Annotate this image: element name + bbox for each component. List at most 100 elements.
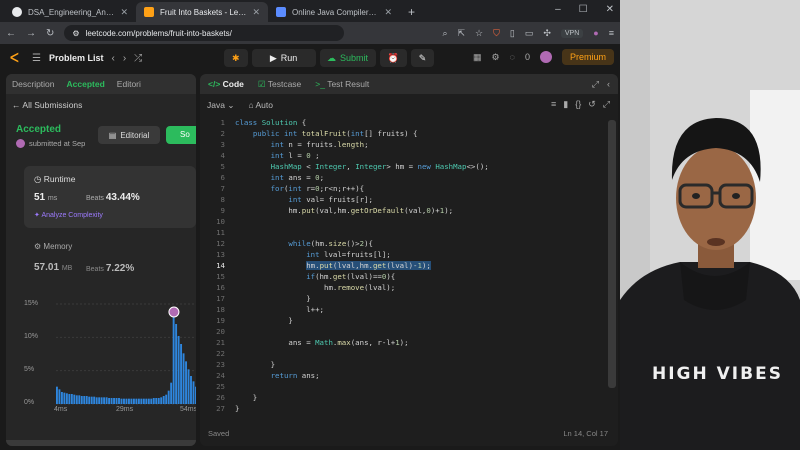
chart-bar[interactable] <box>162 396 165 404</box>
chart-bar[interactable] <box>175 324 178 404</box>
chart-bar[interactable] <box>115 398 118 404</box>
code-line[interactable]: 24 return ans; <box>200 371 608 382</box>
chart-bar[interactable] <box>83 396 86 404</box>
chart-bar[interactable] <box>95 397 98 404</box>
code-line[interactable]: 7 for(int r=0;r<n;r++){ <box>200 184 608 195</box>
submit-button[interactable]: ☁ Submit <box>319 49 376 67</box>
chart-bar[interactable] <box>147 398 150 404</box>
chart-bar[interactable] <box>123 398 125 404</box>
code-line[interactable]: 23 } <box>200 360 608 371</box>
language-select[interactable]: Java ⌄ <box>207 100 234 111</box>
close-tab-icon[interactable]: ✕ <box>384 7 392 18</box>
code-line[interactable]: 20 <box>200 327 608 338</box>
user-avatar[interactable] <box>539 51 552 63</box>
code-line[interactable]: 2 public int totalFruit(int[] fruits) { <box>200 129 608 140</box>
chart-bar[interactable] <box>128 398 130 404</box>
chart-bar[interactable] <box>167 390 170 404</box>
chart-bar[interactable] <box>180 344 183 404</box>
browser-tab-programiz[interactable]: Online Java Compiler - Programiz ✕ <box>268 2 400 22</box>
reset-icon[interactable]: ↺ <box>588 99 596 110</box>
tab-testcase[interactable]: ☑ Testcase <box>258 79 301 90</box>
chart-bar[interactable] <box>160 397 163 404</box>
all-submissions-link[interactable]: ← All Submissions <box>12 100 82 110</box>
menu-icon[interactable]: ≡ <box>609 28 614 38</box>
chart-bar[interactable] <box>70 394 73 404</box>
braces-icon[interactable]: {} <box>575 99 581 110</box>
code-line[interactable]: 8 int val= fruits[r]; <box>200 195 608 206</box>
chart-bar[interactable] <box>125 398 128 404</box>
expand-icon[interactable]: ⤢ <box>592 79 599 90</box>
chart-bar[interactable] <box>135 398 138 404</box>
back-icon[interactable]: ← <box>6 28 16 39</box>
chart-bar[interactable] <box>145 398 148 404</box>
vpn-button[interactable]: VPN <box>560 28 584 38</box>
chart-bar[interactable] <box>170 382 173 404</box>
forward-icon[interactable]: → <box>26 28 36 39</box>
memory-title[interactable]: ⚙ Memory <box>34 242 72 251</box>
chart-bar[interactable] <box>152 398 155 404</box>
code-line[interactable]: 13 int lval=fruits[l]; <box>200 250 608 261</box>
chart-bar[interactable] <box>190 376 192 404</box>
solution-button[interactable]: So <box>166 126 196 144</box>
chart-bar[interactable] <box>157 398 160 404</box>
chart-bar[interactable] <box>65 393 68 404</box>
code-line[interactable]: 26 } <box>200 393 608 404</box>
code-line[interactable]: 22 <box>200 349 608 360</box>
profile-icon[interactable]: ● <box>593 28 598 38</box>
extensions-icon[interactable]: ✣ <box>543 28 551 39</box>
chart-bar[interactable] <box>78 395 81 404</box>
bookmark-icon[interactable]: ▮ <box>563 99 568 110</box>
brave-shield-icon[interactable]: ⛉ <box>493 28 500 39</box>
chart-bar[interactable] <box>90 396 93 404</box>
minimize-icon[interactable]: – <box>555 4 561 15</box>
chart-bar[interactable] <box>172 316 175 404</box>
runtime-card[interactable]: ◷ Runtime 51 ms Beats 43.44% ✦ Analyze C… <box>24 166 196 228</box>
chart-bar[interactable] <box>85 396 88 404</box>
chart-bar[interactable] <box>98 397 101 404</box>
code-line[interactable]: 3 int n = fruits.length; <box>200 140 608 151</box>
chart-bar[interactable] <box>110 398 113 404</box>
chart-bar[interactable] <box>68 394 71 404</box>
notes-button[interactable]: ✎ <box>410 49 435 67</box>
vertical-scrollbar[interactable] <box>608 120 616 388</box>
chart-bar[interactable] <box>93 396 96 404</box>
sidebar-icon[interactable]: ▯ <box>510 28 515 39</box>
horizontal-scrollbar[interactable] <box>6 440 196 446</box>
leetcode-logo-icon[interactable]: ᐸ <box>10 51 24 65</box>
close-tab-icon[interactable]: ✕ <box>120 7 128 18</box>
timer-button[interactable]: ⏰ <box>379 49 407 67</box>
chart-bar[interactable] <box>100 397 103 404</box>
chart-bar[interactable] <box>103 397 106 404</box>
fullscreen-icon[interactable]: ⤢ <box>603 99 610 110</box>
site-info-icon[interactable]: ⚙ <box>72 29 79 38</box>
star-icon[interactable]: ☆ <box>475 28 483 39</box>
code-line[interactable]: 4 int l = 0 ; <box>200 151 608 162</box>
code-line[interactable]: 27} <box>200 404 608 415</box>
code-line[interactable]: 19 } <box>200 316 608 327</box>
chart-bar[interactable] <box>88 396 91 404</box>
chart-bar[interactable] <box>137 398 140 404</box>
settings-icon[interactable]: ⚙ <box>492 52 500 63</box>
chart-bar[interactable] <box>118 398 120 404</box>
layout-icon[interactable]: ▦ <box>473 52 482 63</box>
chart-bar[interactable] <box>182 353 185 404</box>
chart-bar[interactable] <box>195 386 196 404</box>
chart-bar[interactable] <box>56 386 58 404</box>
close-tab-icon[interactable]: ✕ <box>252 7 260 18</box>
chart-bar[interactable] <box>185 361 187 404</box>
zoom-icon[interactable]: ⌕ <box>442 28 447 39</box>
analyze-complexity-link[interactable]: ✦ Analyze Complexity <box>34 211 103 219</box>
code-line[interactable]: 10 <box>200 217 608 228</box>
chart-bar[interactable] <box>105 397 108 404</box>
problem-list-link[interactable]: Problem List <box>49 53 104 63</box>
chart-bar[interactable] <box>113 398 115 404</box>
premium-button[interactable]: Premium <box>561 49 614 65</box>
browser-tab-leetcode[interactable]: Fruit Into Baskets - LeetCode ✕ <box>136 2 268 22</box>
chart-bar[interactable] <box>155 398 158 404</box>
code-line[interactable]: 5 HashMap < Integer, Integer> hm = new H… <box>200 162 608 173</box>
chart-bar[interactable] <box>120 398 123 404</box>
chart-bar[interactable] <box>60 392 63 404</box>
shuffle-icon[interactable]: ⤮ <box>134 53 142 64</box>
chart-bar[interactable] <box>108 398 111 404</box>
code-line[interactable]: 1 class Solution { <box>200 118 608 129</box>
